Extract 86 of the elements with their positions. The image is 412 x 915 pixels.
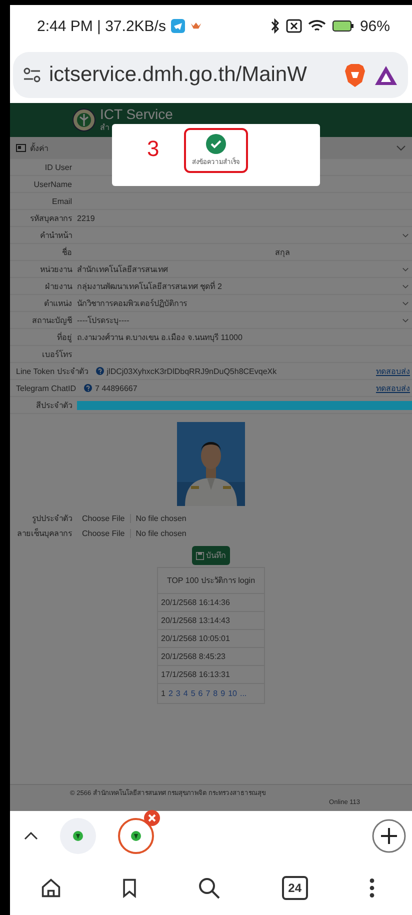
test-send-link[interactable]: ทดสอบส่ง — [376, 364, 412, 378]
home-icon[interactable] — [40, 878, 61, 898]
emblem-icon — [72, 108, 96, 132]
address-bar[interactable]: ictservice.dmh.go.th/MainW — [13, 52, 408, 98]
step-number: 3 — [147, 136, 160, 162]
card-icon — [16, 144, 26, 152]
battery-icon — [332, 20, 354, 32]
page-link[interactable]: 9 — [220, 689, 226, 698]
help-icon — [84, 384, 92, 392]
table-header: TOP 100 ประวัติการ login — [158, 568, 264, 594]
lion-shield-icon[interactable] — [344, 62, 366, 87]
save-button[interactable]: บันทึก — [192, 546, 230, 566]
bluetooth-icon — [270, 18, 280, 34]
chevron-icon — [396, 145, 406, 152]
file-status: No file chosen — [134, 529, 186, 538]
field-label: ตำแหน่ง — [43, 298, 73, 310]
field-label: Telegram ChatID — [15, 384, 78, 393]
field-label: รหัสบุคลากร — [29, 212, 73, 225]
table-cell: 20/1/2568 16:14:36 — [158, 594, 264, 612]
field-value[interactable]: jlDCj03XyhxcK3rDlDbqRRJ9nDuQ5h8CEvqeXk — [106, 366, 376, 376]
file-status: No file chosen — [134, 514, 186, 524]
page-link[interactable]: ... — [240, 689, 247, 698]
more-menu-icon[interactable] — [369, 878, 376, 898]
clock-and-speed: 2:44 PM | 37.2KB/s — [37, 18, 166, 35]
page-link[interactable]: 2 — [168, 689, 173, 698]
page-link[interactable]: 3 — [176, 689, 180, 698]
close-tab-icon[interactable] — [144, 810, 160, 826]
field-label: เบอร์โทร — [41, 348, 73, 361]
browser-tab[interactable] — [118, 818, 154, 854]
shield-icon — [73, 830, 83, 841]
success-check-icon — [206, 134, 226, 154]
page-link[interactable]: 5 — [190, 689, 196, 698]
field-label: สถานะบัญชี — [31, 314, 73, 327]
field-label: ที่อยู่ — [56, 331, 73, 344]
field-label: ชื่อ — [61, 246, 73, 259]
page-link[interactable]: 4 — [183, 689, 188, 698]
sim-icon — [286, 19, 302, 34]
help-icon — [96, 367, 104, 376]
field-label: คำนำหน้า — [39, 230, 73, 242]
wifi-icon — [308, 19, 326, 34]
triangle-icon[interactable] — [374, 64, 398, 86]
page-link[interactable]: 6 — [198, 689, 203, 698]
field-value[interactable]: กลุ่มงานพัฒนาเทคโนโลยีสารสนเทศ ชุดที่ 2 — [77, 280, 402, 293]
field-label: หน่วยงาน — [39, 264, 74, 276]
field-value[interactable]: 7 44896667 — [95, 384, 376, 393]
field-label: ลายเซ็นบุคลากร — [16, 527, 73, 540]
chevron-up-icon[interactable] — [24, 832, 38, 840]
color-picker[interactable] — [77, 400, 412, 410]
site-subtitle: สำ — [100, 122, 110, 134]
choose-file-button[interactable]: Choose File — [77, 529, 131, 538]
telegram-icon — [170, 19, 185, 34]
field-label: สีประจำตัว — [35, 400, 73, 412]
field-label: รูปประจำตัว — [31, 513, 73, 526]
page-link[interactable]: 8 — [213, 689, 218, 698]
page-link[interactable]: 7 — [206, 689, 210, 698]
floppy-icon — [196, 552, 204, 560]
field-label: สกุล — [275, 246, 290, 259]
test-send-link[interactable]: ทดสอบส่ง — [376, 382, 412, 395]
bookmark-icon[interactable] — [122, 878, 138, 898]
page-link[interactable]: 10 — [228, 689, 237, 698]
shield-icon — [131, 830, 141, 841]
field-label: UserName — [32, 180, 73, 189]
field-value[interactable]: สำนักเทคโนโลยีสารสนเทศ — [77, 262, 402, 276]
field-value[interactable]: 2219 — [77, 214, 412, 223]
choose-file-button[interactable]: Choose File — [77, 514, 131, 524]
table-cell: 20/1/2568 13:14:43 — [158, 612, 264, 630]
browser-tab[interactable] — [60, 818, 96, 854]
table-cell: 20/1/2568 10:05:01 — [158, 630, 264, 648]
field-value[interactable]: ถ.งามวงศ์วาน ต.บางเขน อ.เมือง จ.นนทบุรี 11000 — [77, 330, 412, 344]
new-tab-icon[interactable] — [372, 818, 406, 853]
table-cell: 20/1/2568 8:45:23 — [158, 648, 264, 666]
tab-count-button[interactable]: 24 — [282, 876, 308, 900]
field-label: ID User — [44, 162, 73, 172]
site-settings-icon[interactable] — [23, 66, 41, 83]
url-text: ictservice.dmh.go.th/MainW — [49, 62, 307, 87]
site-title: ICT Service — [100, 106, 173, 121]
battery-level: 96% — [360, 18, 390, 35]
field-value[interactable]: ----โปรดระบุ---- — [77, 314, 402, 327]
field-value[interactable]: นักวิชาการคอมพิวเตอร์ปฏิบัติการ — [77, 296, 402, 310]
field-label: ฝ่ายงาน — [44, 280, 74, 293]
field-label: Line Token ประจำตัว — [15, 366, 89, 378]
field-label: Email — [50, 196, 73, 206]
search-icon[interactable] — [198, 876, 220, 899]
page-link[interactable]: 1 — [161, 689, 166, 698]
section-title: ตั้งค่า — [30, 142, 48, 155]
table-cell: 17/1/2568 16:13:31 — [158, 666, 264, 684]
